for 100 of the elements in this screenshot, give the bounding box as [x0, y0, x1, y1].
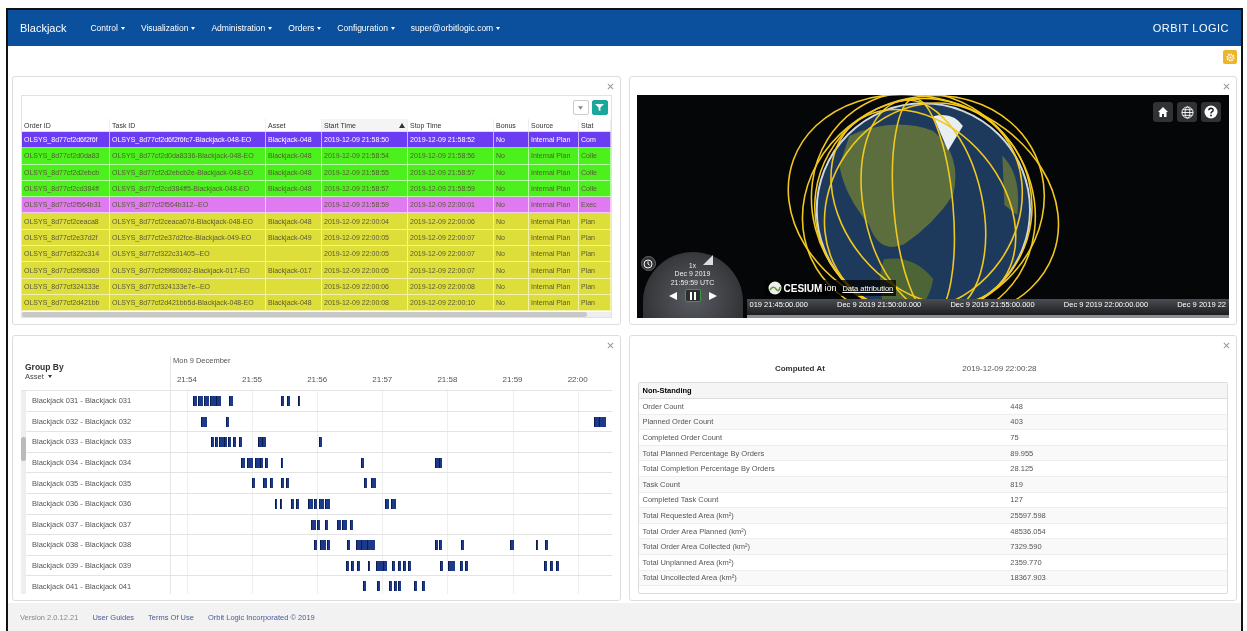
- task-bar[interactable]: [210, 437, 214, 448]
- task-bar[interactable]: [439, 457, 443, 468]
- task-bar[interactable]: [263, 478, 268, 489]
- task-bar[interactable]: [347, 540, 350, 551]
- task-bar[interactable]: [598, 416, 606, 427]
- close-icon[interactable]: [606, 342, 614, 349]
- task-bar[interactable]: [192, 396, 197, 406]
- task-bar[interactable]: [257, 437, 262, 448]
- task-bar[interactable]: [203, 396, 209, 406]
- task-bar[interactable]: [218, 437, 224, 448]
- task-bar[interactable]: [238, 437, 242, 448]
- task-bar[interactable]: [390, 498, 396, 509]
- task-bar[interactable]: [319, 498, 325, 509]
- task-bar[interactable]: [320, 540, 327, 551]
- task-bar[interactable]: [265, 457, 269, 468]
- task-bar[interactable]: [356, 560, 360, 571]
- nav-menu[interactable]: Visualization: [132, 23, 204, 33]
- task-bar[interactable]: [439, 540, 443, 551]
- nav-menu[interactable]: Configuration: [329, 23, 403, 33]
- task-bar[interactable]: [281, 396, 285, 406]
- task-bar[interactable]: [434, 457, 439, 468]
- task-bar[interactable]: [325, 498, 331, 509]
- task-bar[interactable]: [461, 540, 465, 551]
- task-bar[interactable]: [448, 560, 456, 571]
- task-bar[interactable]: [421, 581, 425, 592]
- task-bar[interactable]: [346, 560, 349, 571]
- task-bar[interactable]: [232, 437, 236, 448]
- task-bar[interactable]: [360, 540, 367, 551]
- task-bar[interactable]: [363, 478, 367, 489]
- task-bar[interactable]: [298, 396, 301, 406]
- task-bar[interactable]: [349, 519, 353, 530]
- task-bar[interactable]: [254, 457, 260, 468]
- filter-button[interactable]: [591, 100, 608, 115]
- task-bar[interactable]: [593, 416, 599, 427]
- task-bar[interactable]: [382, 560, 387, 571]
- task-bar[interactable]: [227, 437, 231, 448]
- task-bar[interactable]: [337, 519, 342, 530]
- task-bar[interactable]: [402, 560, 406, 571]
- task-bar[interactable]: [440, 560, 444, 571]
- task-bar[interactable]: [262, 437, 267, 448]
- task-bar[interactable]: [275, 498, 278, 509]
- task-bar[interactable]: [286, 478, 290, 489]
- task-bar[interactable]: [544, 540, 548, 551]
- task-bar[interactable]: [200, 416, 207, 427]
- task-bar[interactable]: [384, 498, 389, 509]
- task-bar[interactable]: [510, 540, 515, 551]
- task-bar[interactable]: [376, 581, 380, 592]
- task-bar[interactable]: [311, 519, 317, 530]
- task-bar[interactable]: [366, 540, 375, 551]
- task-bar[interactable]: [342, 519, 347, 530]
- task-bar[interactable]: [228, 396, 233, 406]
- task-bar[interactable]: [375, 560, 383, 571]
- task-bar[interactable]: [214, 437, 218, 448]
- task-bar[interactable]: [317, 519, 321, 530]
- task-bar[interactable]: [350, 560, 354, 571]
- brand-link[interactable]: Blackjack: [20, 22, 67, 34]
- task-bar[interactable]: [240, 457, 245, 468]
- close-icon[interactable]: [1223, 342, 1230, 349]
- user-menu[interactable]: super@orbitlogic.com: [402, 23, 509, 33]
- task-bar[interactable]: [413, 581, 417, 592]
- task-bar[interactable]: [314, 498, 318, 509]
- speed-needle-icon[interactable]: [702, 255, 713, 265]
- task-bar[interactable]: [434, 540, 438, 551]
- task-bar[interactable]: [287, 396, 291, 406]
- task-bar[interactable]: [225, 416, 229, 427]
- task-bar[interactable]: [543, 560, 547, 571]
- clock-button[interactable]: [640, 256, 656, 271]
- globe-button[interactable]: [1177, 102, 1197, 122]
- task-bar[interactable]: [362, 581, 366, 592]
- task-bar[interactable]: [388, 581, 392, 592]
- task-bar[interactable]: [281, 457, 284, 468]
- task-bar[interactable]: [319, 437, 323, 448]
- task-bar[interactable]: [291, 498, 295, 509]
- task-bar[interactable]: [197, 396, 203, 406]
- task-bar[interactable]: [367, 560, 370, 571]
- help-button[interactable]: [1201, 102, 1221, 122]
- task-bar[interactable]: [209, 396, 216, 406]
- task-bar[interactable]: [246, 457, 253, 468]
- home-button[interactable]: [1153, 102, 1173, 122]
- task-bar[interactable]: [281, 478, 285, 489]
- task-bar[interactable]: [555, 560, 559, 571]
- task-bar[interactable]: [280, 498, 283, 509]
- pause-button[interactable]: [684, 289, 701, 302]
- task-bar[interactable]: [223, 437, 227, 448]
- task-bar[interactable]: [535, 540, 538, 551]
- task-bar[interactable]: [251, 478, 255, 489]
- task-bar[interactable]: [391, 560, 395, 571]
- task-bar[interactable]: [270, 478, 274, 489]
- task-bar[interactable]: [397, 581, 401, 592]
- task-bar[interactable]: [296, 498, 300, 509]
- nav-menu[interactable]: Orders: [280, 23, 330, 33]
- task-bar[interactable]: [308, 498, 314, 509]
- scrollbar-thumb[interactable]: [22, 312, 587, 317]
- task-bar[interactable]: [397, 560, 401, 571]
- nav-menu[interactable]: Control: [82, 23, 133, 33]
- task-bar[interactable]: [325, 519, 329, 530]
- close-icon[interactable]: [606, 83, 614, 90]
- task-bar[interactable]: [360, 457, 364, 468]
- nav-menu[interactable]: Administration: [203, 23, 281, 33]
- task-bar[interactable]: [355, 540, 361, 551]
